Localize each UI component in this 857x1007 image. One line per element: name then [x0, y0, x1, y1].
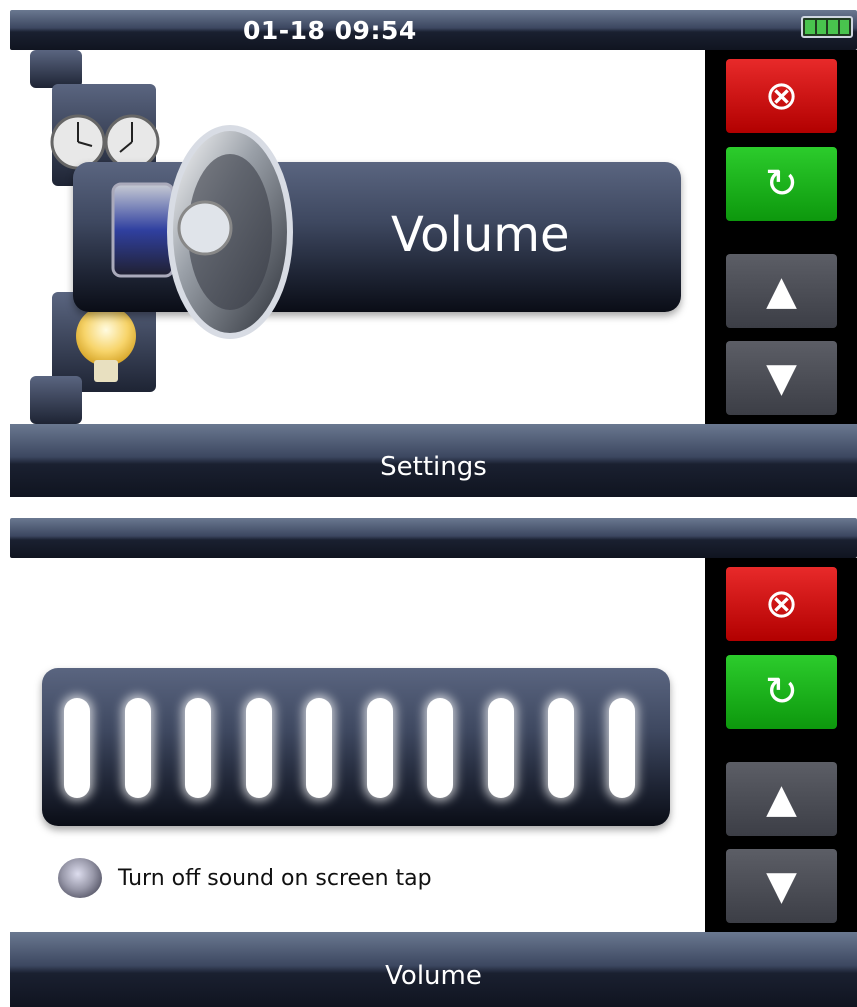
volume-level-bar[interactable]: [306, 698, 332, 798]
volume-level-bar[interactable]: [427, 698, 453, 798]
sound-toggle[interactable]: Turn off sound on screen tap: [58, 858, 432, 898]
page-title: Settings: [380, 451, 487, 482]
volume-level-bar[interactable]: [245, 698, 272, 798]
volume-level-bar[interactable]: [548, 698, 574, 798]
volume-level-bar[interactable]: [185, 698, 211, 798]
volume-level-bar[interactable]: [64, 698, 90, 798]
arrow-up-icon: ▲: [766, 776, 797, 822]
volume-level-bar[interactable]: [366, 698, 393, 798]
back-button[interactable]: ↻: [726, 147, 837, 221]
close-button[interactable]: ⊗: [726, 59, 837, 133]
close-icon: ⊗: [764, 73, 799, 119]
speaker-icon: [111, 125, 293, 339]
menu-tile-ghost[interactable]: [30, 376, 82, 424]
down-button[interactable]: ▼: [726, 341, 837, 415]
arrow-up-icon: ▲: [766, 268, 797, 314]
volume-level-bar[interactable]: [487, 698, 514, 798]
arrow-down-icon: ▼: [766, 863, 797, 909]
down-button[interactable]: ▼: [726, 849, 837, 923]
page-title: Volume: [385, 960, 482, 991]
volume-screen: Turn off sound on screen tap ⊗ ↻ ▲ ▼ Vol…: [0, 510, 857, 1007]
battery-icon: [801, 16, 853, 38]
volume-slider[interactable]: [42, 668, 670, 826]
back-icon: ↻: [764, 161, 799, 207]
status-bar: 01-18 09:54: [10, 10, 857, 50]
up-button[interactable]: ▲: [726, 762, 837, 836]
close-button[interactable]: ⊗: [726, 567, 837, 641]
back-button[interactable]: ↻: [726, 655, 837, 729]
up-button[interactable]: ▲: [726, 254, 837, 328]
footer-bar: Settings: [10, 424, 857, 497]
footer-bar: Volume: [10, 932, 857, 1007]
arrow-down-icon: ▼: [766, 355, 797, 401]
settings-screen: 01-18 09:54 Volume ⊗ ↻ ▲ ▼ Settings: [0, 0, 857, 497]
radio-button[interactable]: [58, 858, 102, 898]
side-button-panel: ⊗ ↻ ▲ ▼: [705, 50, 857, 424]
close-icon: ⊗: [764, 581, 799, 627]
back-icon: ↻: [764, 669, 799, 715]
toggle-label: Turn off sound on screen tap: [118, 865, 432, 891]
status-bar: [10, 518, 857, 558]
datetime: 01-18 09:54: [243, 16, 417, 45]
menu-tile-ghost[interactable]: [30, 50, 82, 88]
volume-level-bar[interactable]: [608, 698, 635, 798]
separator: [0, 497, 857, 510]
volume-tile-label: Volume: [391, 207, 570, 263]
side-button-panel: ⊗ ↻ ▲ ▼: [705, 558, 857, 932]
volume-level-bar[interactable]: [124, 698, 151, 798]
